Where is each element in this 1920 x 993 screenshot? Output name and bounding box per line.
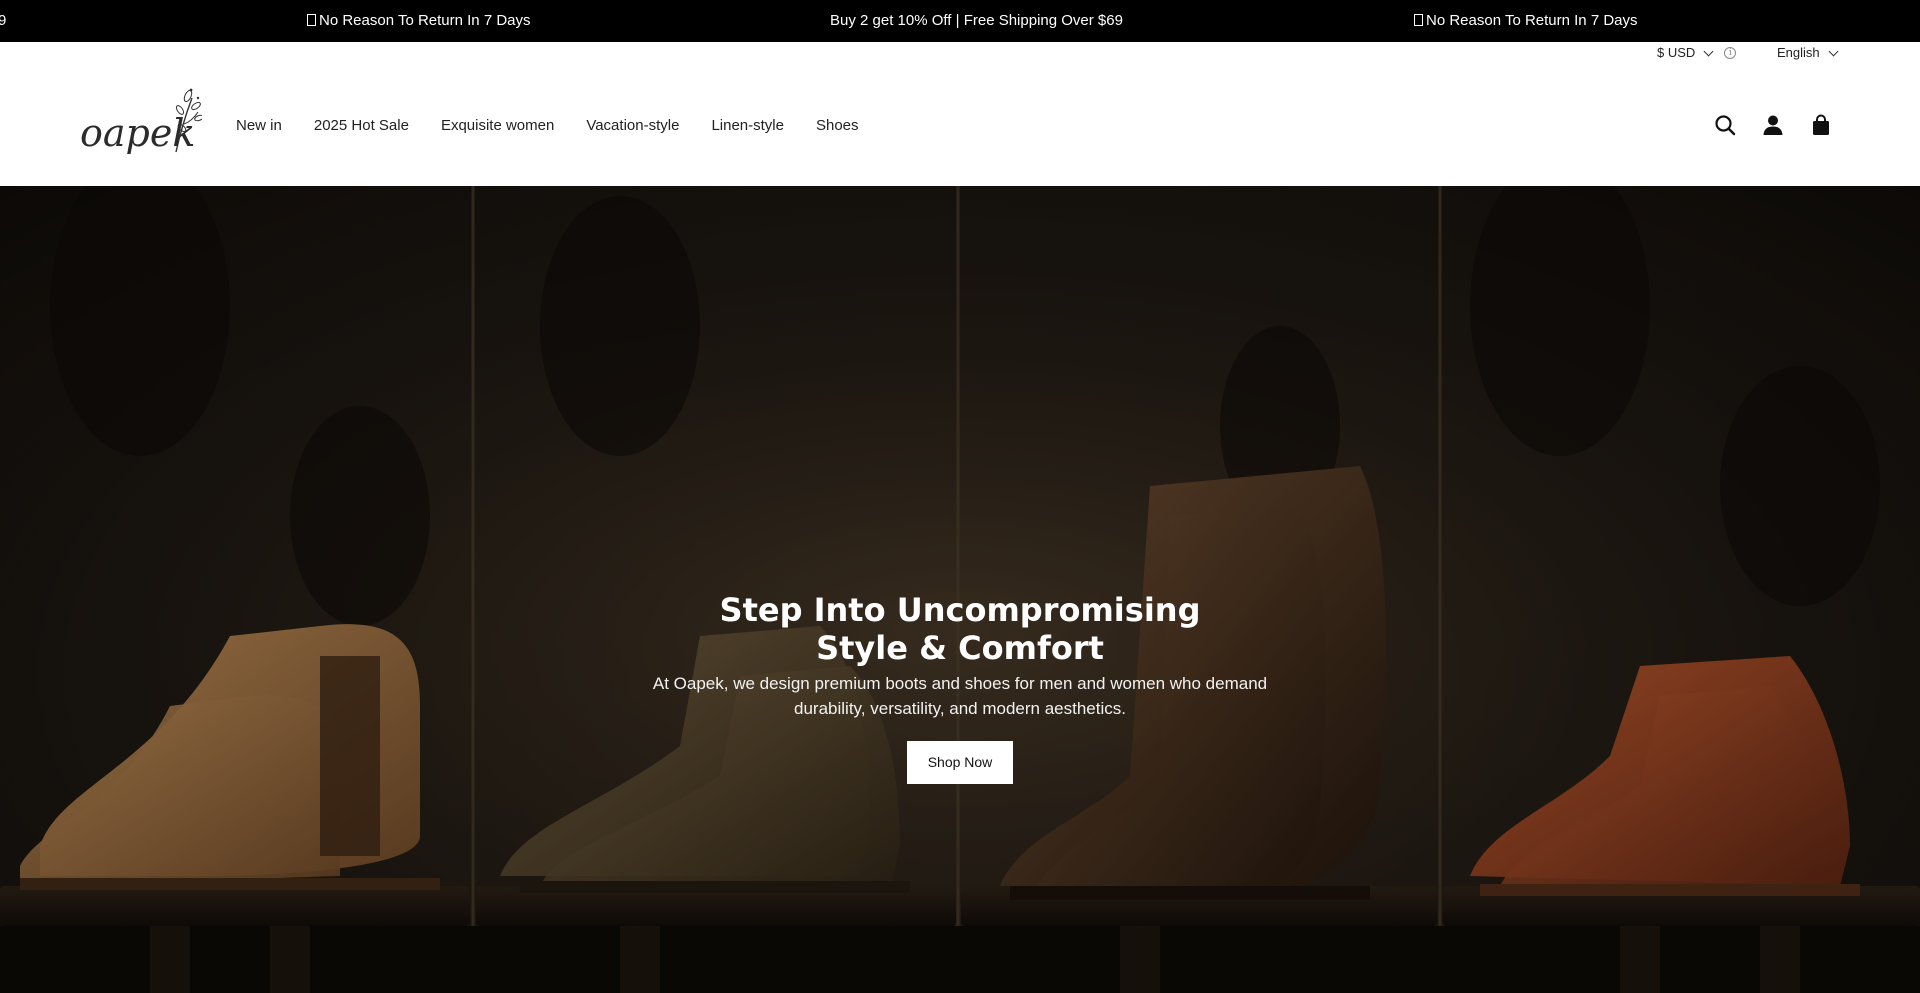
announcement-item: No Reason To Return In 7 Days [307, 0, 531, 42]
hero-content: Step Into Uncompromising Style & Comfort… [560, 591, 1360, 784]
main-nav: New in 2025 Hot Sale Exquisite women Vac… [236, 64, 891, 186]
hero-subtitle: At Oapek, we design premium boots and sh… [652, 674, 1268, 718]
chevron-down-icon [1828, 46, 1839, 56]
nav-item-shoes[interactable]: Shoes [816, 117, 859, 134]
language-selector[interactable]: English [1777, 42, 1839, 64]
language-label: English [1777, 45, 1820, 60]
logo-mark-icon: oapek [80, 88, 204, 155]
announcement-bar: 9 No Reason To Return In 7 Days Buy 2 ge… [0, 0, 1920, 42]
hero-background-image [0, 186, 1920, 993]
nav-item-linen-style[interactable]: Linen-style [711, 117, 784, 134]
missing-glyph-icon [1414, 14, 1423, 26]
announcement-item: Buy 2 get 10% Off | Free Shipping Over $… [830, 12, 1123, 29]
hero-title: Step Into Uncompromising Style & Comfort [719, 591, 1201, 667]
nav-item-vacation-style[interactable]: Vacation-style [586, 117, 679, 134]
shop-now-button[interactable]: Shop Now [906, 741, 1014, 784]
nav-item-exquisite-women[interactable]: Exquisite women [441, 117, 554, 134]
missing-glyph-icon [307, 14, 316, 26]
announcement-item: 9 [0, 12, 7, 29]
currency-selector[interactable]: $ USD i [1657, 42, 1737, 64]
nav-item-hot-sale[interactable]: 2025 Hot Sale [314, 117, 409, 134]
header-actions [1714, 64, 1832, 186]
announcement-item: No Reason To Return In 7 Days [1414, 0, 1638, 42]
search-icon[interactable] [1714, 114, 1736, 136]
chevron-down-icon [1703, 46, 1714, 56]
info-icon[interactable]: i [1724, 47, 1737, 59]
utility-bar: $ USD i English [0, 42, 1920, 64]
site-header: oapek New in 2025 Hot Sale Exquisite wom… [0, 64, 1920, 186]
cart-icon[interactable] [1810, 114, 1832, 136]
hero-banner: Step Into Uncompromising Style & Comfort… [0, 186, 1920, 993]
account-icon[interactable] [1762, 114, 1784, 136]
logo[interactable]: oapek [80, 84, 204, 164]
currency-label: $ USD [1657, 45, 1696, 60]
nav-item-new-in[interactable]: New in [236, 117, 282, 134]
svg-text:oapek: oapek [80, 111, 195, 155]
